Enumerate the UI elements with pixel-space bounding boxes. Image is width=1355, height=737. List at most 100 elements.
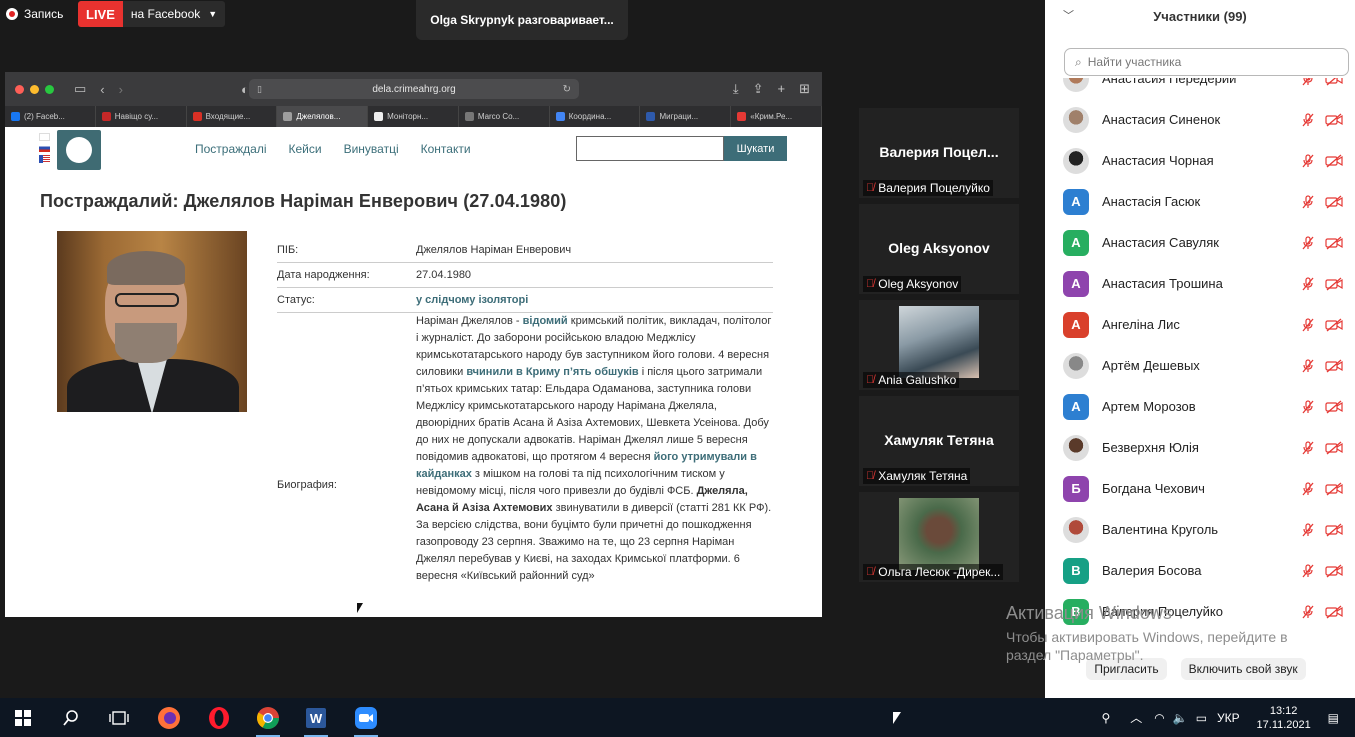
flag-us-icon[interactable]	[39, 155, 50, 163]
live-stream-control[interactable]: LIVE на Facebook ▼	[78, 1, 226, 27]
caret-down-icon: ▼	[208, 9, 218, 19]
flag-ru-icon[interactable]	[39, 144, 50, 152]
shield-icon[interactable]: ◐	[241, 82, 249, 97]
participant-row[interactable]: Анастасия Передерий	[1045, 78, 1355, 99]
wifi-icon[interactable]: ◠	[1154, 711, 1164, 725]
start-button[interactable]	[9, 704, 37, 732]
browser-tab[interactable]: Marco Co...	[459, 106, 550, 127]
nav-perpetrators[interactable]: Винуватці	[344, 142, 399, 156]
tab-label: Marco Co...	[477, 112, 520, 121]
system-clock[interactable]: 13:12 17.11.2021	[1246, 704, 1322, 732]
browser-tab[interactable]: «Крим.Ре...	[731, 106, 822, 127]
nav-cases[interactable]: Кейси	[289, 142, 322, 156]
reload-icon[interactable]: ↻	[563, 84, 571, 95]
status-link[interactable]: у слідчому ізоляторі	[416, 294, 773, 306]
task-view-button[interactable]	[105, 704, 133, 732]
sidebar-icon[interactable]: ▭	[74, 81, 86, 97]
participant-row[interactable]: А Анастасія Гасюк	[1045, 181, 1355, 222]
participant-name: Анастасия Трошина	[1102, 276, 1223, 291]
collapse-chevron-icon[interactable]: ﹀	[1063, 7, 1074, 23]
participant-search-input[interactable]: ⌕ Найти участника	[1064, 48, 1349, 76]
participant-row[interactable]: Анастасия Чорная	[1045, 140, 1355, 181]
address-bar[interactable]: ▯ dela.crimeahrg.org ↻	[249, 79, 579, 99]
share-icon[interactable]: ⇪	[753, 81, 764, 97]
video-tile[interactable]: Oleg Aksyonov 🎙̸ Oleg Aksyonov	[859, 204, 1019, 294]
page-title: Постраждалий: Джелялов Наріман Енверович…	[40, 191, 567, 211]
new-tab-icon[interactable]: +	[778, 81, 786, 97]
browser-tab[interactable]: Координа...	[550, 106, 641, 127]
mic-muted-icon	[1302, 235, 1314, 249]
zoom-app[interactable]	[352, 704, 380, 737]
download-icon[interactable]: ⤓	[733, 81, 739, 97]
participant-row[interactable]: Б Богдана Чехович	[1045, 468, 1355, 509]
people-icon[interactable]: ⚲	[1101, 711, 1110, 725]
nav-victims[interactable]: Постраждалі	[195, 142, 267, 156]
zoom-icon	[355, 707, 377, 729]
video-tile[interactable]: 🎙̸ Ania Galushko	[859, 300, 1019, 390]
favicon-icon	[555, 112, 565, 121]
participants-title: Участники (99)	[1153, 8, 1247, 24]
watermark-line: раздел "Параметры".	[1006, 647, 1144, 663]
site-search-button[interactable]: Шукати	[724, 136, 787, 161]
tab-overview-icon[interactable]: ⊞	[799, 81, 810, 97]
maximize-window-button[interactable]	[45, 84, 54, 94]
chrome-app[interactable]	[254, 704, 282, 737]
avatar: А	[1063, 229, 1089, 256]
browser-tab[interactable]: Джелялов...	[277, 106, 369, 127]
video-tile[interactable]: Хамуляк Тетяна 🎙̸ Хамуляк Тетяна	[859, 396, 1019, 486]
forward-icon[interactable]: ›	[119, 82, 123, 97]
mic-muted-icon: 🎙̸	[866, 278, 875, 290]
bio-link[interactable]: відомий	[523, 315, 568, 327]
participant-row[interactable]: В Валерия Босова	[1045, 550, 1355, 591]
recording-indicator[interactable]: Запись	[6, 2, 63, 26]
participant-row[interactable]: А Анастасия Трошина	[1045, 263, 1355, 304]
close-window-button[interactable]	[15, 84, 24, 94]
participant-row[interactable]: А Артем Морозов	[1045, 386, 1355, 427]
mic-muted-icon	[1302, 317, 1314, 331]
site-search-input[interactable]	[576, 136, 724, 161]
browser-tab[interactable]: (2) Faceb...	[5, 106, 96, 127]
participant-row[interactable]: Безверхня Юлія	[1045, 427, 1355, 468]
nav-contacts[interactable]: Контакти	[421, 142, 471, 156]
video-off-icon	[1325, 482, 1343, 495]
browser-tab[interactable]: Навіщо су...	[96, 106, 187, 127]
word-icon: W	[306, 708, 326, 728]
participant-row[interactable]: Валентина Круголь	[1045, 509, 1355, 550]
opera-app[interactable]	[205, 704, 233, 732]
live-target-dropdown[interactable]: на Facebook ▼	[122, 1, 226, 27]
search-taskbar-button[interactable]	[57, 704, 85, 732]
avatar: А	[1063, 188, 1089, 215]
mic-muted-icon	[1302, 78, 1313, 85]
browser-tab-strip: (2) Faceb... Навіщо су... Входящие... Джеля…	[5, 106, 822, 127]
favicon-icon	[646, 112, 656, 121]
network-icon[interactable]: ▭	[1196, 711, 1207, 725]
site-nav: Постраждалі Кейси Винуватці Контакти	[195, 142, 471, 156]
browser-tab[interactable]: Миграци...	[640, 106, 732, 127]
firefox-app[interactable]	[155, 704, 183, 732]
video-feed	[899, 498, 979, 570]
chevron-up-icon[interactable]: ︿	[1130, 709, 1142, 726]
back-icon[interactable]: ‹	[100, 82, 104, 97]
mic-muted-icon	[1302, 358, 1314, 372]
participant-row[interactable]: А Анастасия Савуляк	[1045, 222, 1355, 263]
minimize-window-button[interactable]	[30, 84, 39, 94]
browser-tab[interactable]: Моніторн...	[368, 106, 459, 127]
word-app[interactable]: W	[302, 704, 330, 737]
browser-tab[interactable]: Входящие...	[187, 106, 278, 127]
video-off-icon	[1325, 78, 1343, 85]
participant-name: Анастасия Чорная	[1102, 153, 1214, 168]
mic-muted-icon	[1302, 604, 1314, 618]
video-tile[interactable]: Валерия Поцел... 🎙̸ Валерия Поцелуйко	[859, 108, 1019, 198]
participant-row[interactable]: Анастасия Синенок	[1045, 99, 1355, 140]
bio-link[interactable]: вчинили в Криму п’ять обшуків	[466, 366, 638, 378]
participant-row[interactable]: Артём Дешевых	[1045, 345, 1355, 386]
notifications-icon[interactable]: ▤	[1328, 711, 1339, 725]
participant-name: Валентина Круголь	[1102, 522, 1219, 537]
volume-icon[interactable]: 🔈	[1173, 711, 1188, 725]
site-logo[interactable]	[57, 130, 101, 170]
participant-row[interactable]: А Ангеліна Лис	[1045, 304, 1355, 345]
recording-label: Запись	[24, 7, 64, 21]
video-tile[interactable]: 🎙̸ Ольга Лесюк -Дирек...	[859, 492, 1019, 582]
language-indicator[interactable]: УКР	[1217, 711, 1240, 725]
flag-ua-icon[interactable]	[39, 133, 50, 141]
